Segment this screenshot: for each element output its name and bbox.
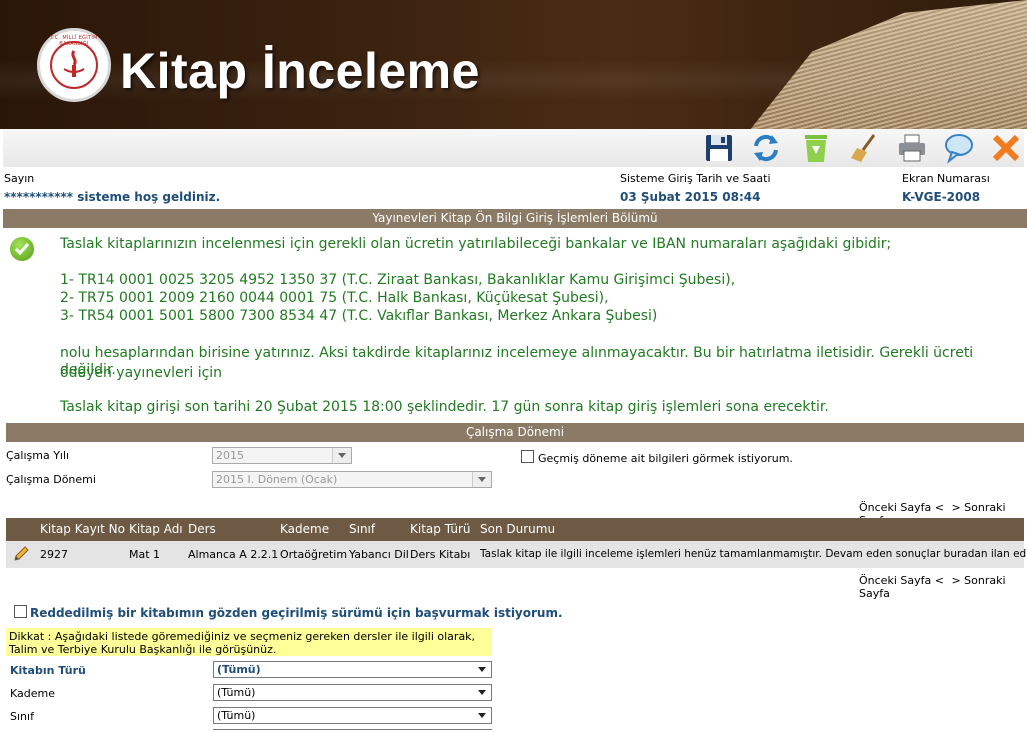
close-icon[interactable] xyxy=(990,132,1022,164)
book-type-value: (Tümü) xyxy=(217,663,261,676)
chevron-down-icon xyxy=(473,685,491,700)
broom-icon[interactable] xyxy=(848,132,880,164)
term-label: Çalışma Dönemi xyxy=(6,473,96,486)
past-period-checkbox[interactable] xyxy=(521,450,534,463)
refresh-icon[interactable] xyxy=(750,132,782,164)
year-select[interactable]: 2015 xyxy=(212,447,352,464)
toolbar xyxy=(3,129,1024,167)
chevron-down-icon xyxy=(472,472,491,487)
prev-page-link[interactable]: Önceki Sayfa < xyxy=(859,501,944,514)
notice-para-line2: değildir. xyxy=(60,362,116,378)
print-icon[interactable] xyxy=(896,132,928,164)
pencil-icon[interactable] xyxy=(12,541,30,573)
chevron-down-icon xyxy=(473,662,491,677)
rejected-book-label: Reddedilmiş bir kitabımın gözden geçiril… xyxy=(30,606,563,620)
notice-iban-3: 3- TR54 0001 5001 5800 7300 8534 47 (T.C… xyxy=(60,308,658,324)
term-select-value: 2015 I. Dönem (Ocak) xyxy=(216,473,338,486)
col-son-durumu: Son Durumu xyxy=(480,522,556,536)
class-select[interactable]: (Tümü) xyxy=(213,707,492,724)
past-period-label: Geçmiş döneme ait bilgileri görmek istiy… xyxy=(538,452,793,465)
sayin-label: Sayın xyxy=(4,172,35,185)
book-type-label: Kitabın Türü xyxy=(10,664,86,677)
class-label: Sınıf xyxy=(10,710,34,723)
cell-kitap-turu: Ders Kitabı xyxy=(410,548,471,561)
class-value: (Tümü) xyxy=(217,709,256,722)
pager-bottom: Önceki Sayfa < > Sonraki Sayfa xyxy=(859,574,1027,600)
warning-box: Dikkat : Aşağıdaki listede göremediğiniz… xyxy=(6,628,492,656)
col-kayit-no: Kitap Kayıt No xyxy=(40,522,125,536)
welcome-text: *********** sisteme hoş geldiniz. xyxy=(4,190,221,204)
torch-icon xyxy=(63,50,85,77)
cell-ders: Almanca A 2.2.1 xyxy=(188,548,279,561)
col-sinif: Sınıf xyxy=(349,522,376,536)
term-select[interactable]: 2015 I. Dönem (Ocak) xyxy=(212,471,492,488)
rejected-book-checkbox[interactable] xyxy=(14,605,27,618)
notice-intro: Taslak kitaplarınızın incelenmesi için g… xyxy=(60,236,892,252)
col-kademe: Kademe xyxy=(280,522,330,536)
meb-logo: T.C. MİLLÎ EĞİTİM BAKANLIĞI xyxy=(37,28,111,102)
level-label: Kademe xyxy=(10,687,55,700)
level-value: (Tümü) xyxy=(217,686,256,699)
recycle-icon[interactable] xyxy=(800,132,832,164)
cell-kitap-adi: Mat 1 xyxy=(129,548,161,561)
level-select[interactable]: (Tümü) xyxy=(213,684,492,701)
cell-sinif: Yabancı Dil xyxy=(349,548,409,561)
login-time-label: Sisteme Giriş Tarih ve Saati xyxy=(620,172,771,185)
col-kitap-turu: Kitap Türü xyxy=(410,522,471,536)
login-time-value: 03 Şubat 2015 08:44 xyxy=(620,190,761,204)
save-icon[interactable] xyxy=(703,132,735,164)
header-banner: T.C. MİLLÎ EĞİTİM BAKANLIĞI Kitap İncele… xyxy=(0,0,1027,129)
cell-kayit-no: 2927 xyxy=(40,548,68,561)
col-ders: Ders xyxy=(188,522,216,536)
table-row[interactable]: 2927 Mat 1 Almanca A 2.2.1 Ortaöğretim Y… xyxy=(6,541,1027,568)
check-icon xyxy=(10,237,34,261)
year-label: Çalışma Yılı xyxy=(6,449,70,462)
notice-iban-1: 1- TR14 0001 0025 3205 4952 1350 37 (T.C… xyxy=(60,272,736,288)
notice-deadline: Taslak kitap girişi son tarihi 20 Şubat … xyxy=(60,399,829,415)
notice-iban-2: 2- TR75 0001 2009 2160 0044 0001 75 (T.C… xyxy=(60,290,609,306)
chevron-down-icon xyxy=(332,448,351,463)
comment-icon[interactable] xyxy=(943,132,975,164)
page-title: Kitap İnceleme xyxy=(120,43,480,99)
col-kitap-adi: Kitap Adı xyxy=(129,522,183,536)
period-title-bar: Çalışma Dönemi xyxy=(6,423,1024,442)
notice-para-line1: nolu hesaplarından birisine yatırınız. A… xyxy=(60,345,974,381)
section-title-bar: Yayınevleri Kitap Ön Bilgi Giriş İşlemle… xyxy=(3,209,1027,228)
books-table-header: Kitap Kayıt No Kitap Adı Ders Kademe Sın… xyxy=(6,518,1024,541)
book-type-select[interactable]: (Tümü) xyxy=(213,661,492,678)
cell-son-durumu: Taslak kitap ile ilgili inceleme işlemle… xyxy=(480,548,1027,560)
prev-page-link[interactable]: Önceki Sayfa < xyxy=(859,574,944,587)
chevron-down-icon xyxy=(473,708,491,723)
screen-number-label: Ekran Numarası xyxy=(902,172,990,185)
cell-kademe: Ortaöğretim xyxy=(280,548,348,561)
year-select-value: 2015 xyxy=(216,449,244,462)
screen-number-value: K-VGE-2008 xyxy=(902,190,981,204)
